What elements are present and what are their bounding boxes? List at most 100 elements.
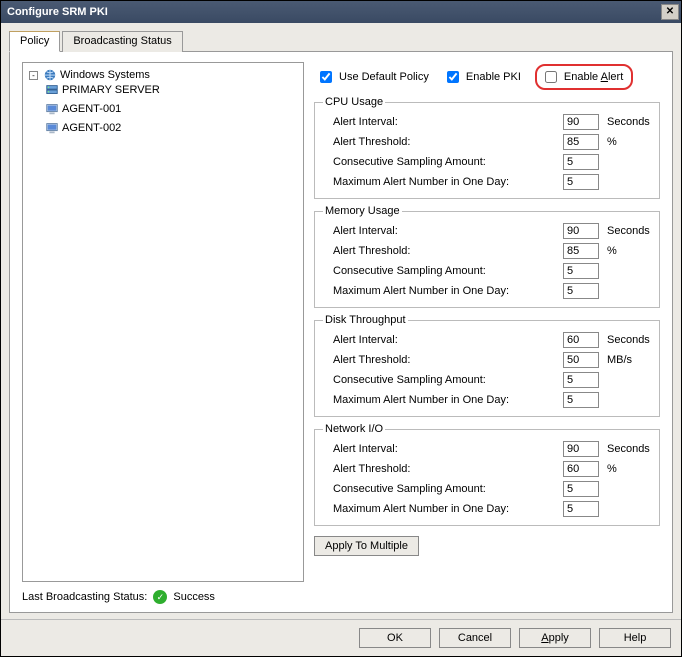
network-alert-threshold-input[interactable]	[563, 461, 599, 477]
use-default-policy-input[interactable]	[320, 71, 332, 83]
tree-node-agent-001[interactable]: AGENT-001	[45, 102, 121, 116]
cpu-alert-interval-input[interactable]	[563, 114, 599, 130]
enable-alert-checkbox[interactable]: Enable Alert	[541, 68, 623, 86]
disk-alert-interval-label: Alert Interval:	[323, 334, 563, 346]
success-icon: ✓	[153, 590, 167, 604]
disk-max-input[interactable]	[563, 392, 599, 408]
network-alert-interval-input[interactable]	[563, 441, 599, 457]
ok-label: OK	[387, 632, 403, 644]
disk-alert-threshold-input[interactable]	[563, 352, 599, 368]
apply-to-multiple-button[interactable]: Apply To Multiple	[314, 536, 419, 556]
cancel-button[interactable]: Cancel	[439, 628, 511, 648]
memory-alert-threshold-input[interactable]	[563, 243, 599, 259]
use-default-policy-checkbox[interactable]: Use Default Policy	[316, 68, 429, 86]
server-icon	[45, 83, 59, 97]
tree-node-primary-server[interactable]: PRIMARY SERVER	[45, 83, 160, 97]
enable-alert-input[interactable]	[545, 71, 557, 83]
network-sampling-label: Consecutive Sampling Amount:	[323, 483, 563, 495]
memory-max-input[interactable]	[563, 283, 599, 299]
memory-alert-interval-input[interactable]	[563, 223, 599, 239]
memory-alert-threshold-unit: %	[599, 245, 651, 257]
tree-node-agent-002[interactable]: AGENT-002	[45, 121, 121, 135]
close-button[interactable]: ✕	[661, 4, 679, 20]
cpu-max-label: Maximum Alert Number in One Day:	[323, 176, 563, 188]
network-sampling-input[interactable]	[563, 481, 599, 497]
network-alert-interval-unit: Seconds	[599, 443, 651, 455]
apply-to-multiple-label: Apply To Multiple	[325, 540, 408, 552]
globe-icon	[43, 68, 57, 82]
disk-alert-interval-input[interactable]	[563, 332, 599, 348]
cpu-alert-threshold-input[interactable]	[563, 134, 599, 150]
window-title: Configure SRM PKI	[7, 6, 108, 18]
tab-broadcasting-label: Broadcasting Status	[73, 35, 171, 47]
apply-button[interactable]: Apply	[519, 628, 591, 648]
use-default-policy-label: Use Default Policy	[339, 71, 429, 83]
status-value: Success	[173, 591, 215, 603]
cpu-sampling-label: Consecutive Sampling Amount:	[323, 156, 563, 168]
memory-alert-interval-unit: Seconds	[599, 225, 651, 237]
network-io-group: Network I/O Alert Interval: Seconds Alert…	[314, 423, 660, 526]
disk-sampling-input[interactable]	[563, 372, 599, 388]
network-max-label: Maximum Alert Number in One Day:	[323, 503, 563, 515]
help-label: Help	[624, 632, 647, 644]
network-max-input[interactable]	[563, 501, 599, 517]
memory-sampling-input[interactable]	[563, 263, 599, 279]
disk-alert-threshold-label: Alert Threshold:	[323, 354, 563, 366]
disk-alert-threshold-unit: MB/s	[599, 354, 651, 366]
memory-max-label: Maximum Alert Number in One Day:	[323, 285, 563, 297]
network-alert-interval-label: Alert Interval:	[323, 443, 563, 455]
enable-alert-highlight: Enable Alert	[535, 64, 633, 90]
top-checkbox-row: Use Default Policy Enable PKI Enable Ale…	[314, 62, 660, 90]
tree-root-label: Windows Systems	[60, 69, 150, 81]
cpu-alert-interval-unit: Seconds	[599, 116, 651, 128]
disk-alert-interval-unit: Seconds	[599, 334, 651, 346]
tab-panel-policy: - Windows Systems PRIMARY SERVER	[9, 51, 673, 613]
enable-pki-input[interactable]	[447, 71, 459, 83]
memory-alert-threshold-label: Alert Threshold:	[323, 245, 563, 257]
client-area: Policy Broadcasting Status - Windows Sys…	[1, 23, 681, 619]
systems-tree[interactable]: - Windows Systems PRIMARY SERVER	[22, 62, 304, 582]
memory-sampling-label: Consecutive Sampling Amount:	[323, 265, 563, 277]
apply-label: Apply	[541, 632, 569, 644]
tree-node-label: PRIMARY SERVER	[62, 84, 160, 96]
cpu-legend: CPU Usage	[323, 96, 385, 108]
cpu-alert-threshold-unit: %	[599, 136, 651, 148]
enable-pki-label: Enable PKI	[466, 71, 521, 83]
tree-root-node[interactable]: - Windows Systems	[29, 68, 150, 82]
memory-usage-group: Memory Usage Alert Interval: Seconds Aler…	[314, 205, 660, 308]
disk-throughput-group: Disk Throughput Alert Interval: Seconds A…	[314, 314, 660, 417]
tree-node-label: AGENT-001	[62, 103, 121, 115]
computer-icon	[45, 102, 59, 116]
status-row: Last Broadcasting Status: ✓ Success	[22, 590, 660, 604]
memory-legend: Memory Usage	[323, 205, 402, 217]
network-alert-threshold-label: Alert Threshold:	[323, 463, 563, 475]
cpu-alert-threshold-label: Alert Threshold:	[323, 136, 563, 148]
enable-alert-label: Enable Alert	[564, 71, 623, 83]
cancel-label: Cancel	[458, 632, 492, 644]
computer-icon	[45, 121, 59, 135]
tab-policy[interactable]: Policy	[9, 31, 60, 52]
cpu-sampling-input[interactable]	[563, 154, 599, 170]
disk-max-label: Maximum Alert Number in One Day:	[323, 394, 563, 406]
status-label: Last Broadcasting Status:	[22, 591, 147, 603]
disk-sampling-label: Consecutive Sampling Amount:	[323, 374, 563, 386]
help-button[interactable]: Help	[599, 628, 671, 648]
network-legend: Network I/O	[323, 423, 385, 435]
memory-alert-interval-label: Alert Interval:	[323, 225, 563, 237]
cpu-max-input[interactable]	[563, 174, 599, 190]
disk-legend: Disk Throughput	[323, 314, 408, 326]
titlebar: Configure SRM PKI ✕	[1, 1, 681, 23]
tab-policy-label: Policy	[20, 35, 49, 47]
enable-pki-checkbox[interactable]: Enable PKI	[443, 68, 521, 86]
settings-pane: Use Default Policy Enable PKI Enable Ale…	[314, 62, 660, 582]
collapse-icon[interactable]: -	[29, 71, 38, 80]
button-bar: OK Cancel Apply Help	[1, 619, 681, 656]
tree-node-label: AGENT-002	[62, 122, 121, 134]
cpu-usage-group: CPU Usage Alert Interval: Seconds Alert T…	[314, 96, 660, 199]
ok-button[interactable]: OK	[359, 628, 431, 648]
cpu-alert-interval-label: Alert Interval:	[323, 116, 563, 128]
dialog-window: Configure SRM PKI ✕ Policy Broadcasting …	[0, 0, 682, 657]
tab-strip: Policy Broadcasting Status	[9, 31, 673, 52]
network-alert-threshold-unit: %	[599, 463, 651, 475]
tab-broadcasting-status[interactable]: Broadcasting Status	[62, 31, 182, 52]
